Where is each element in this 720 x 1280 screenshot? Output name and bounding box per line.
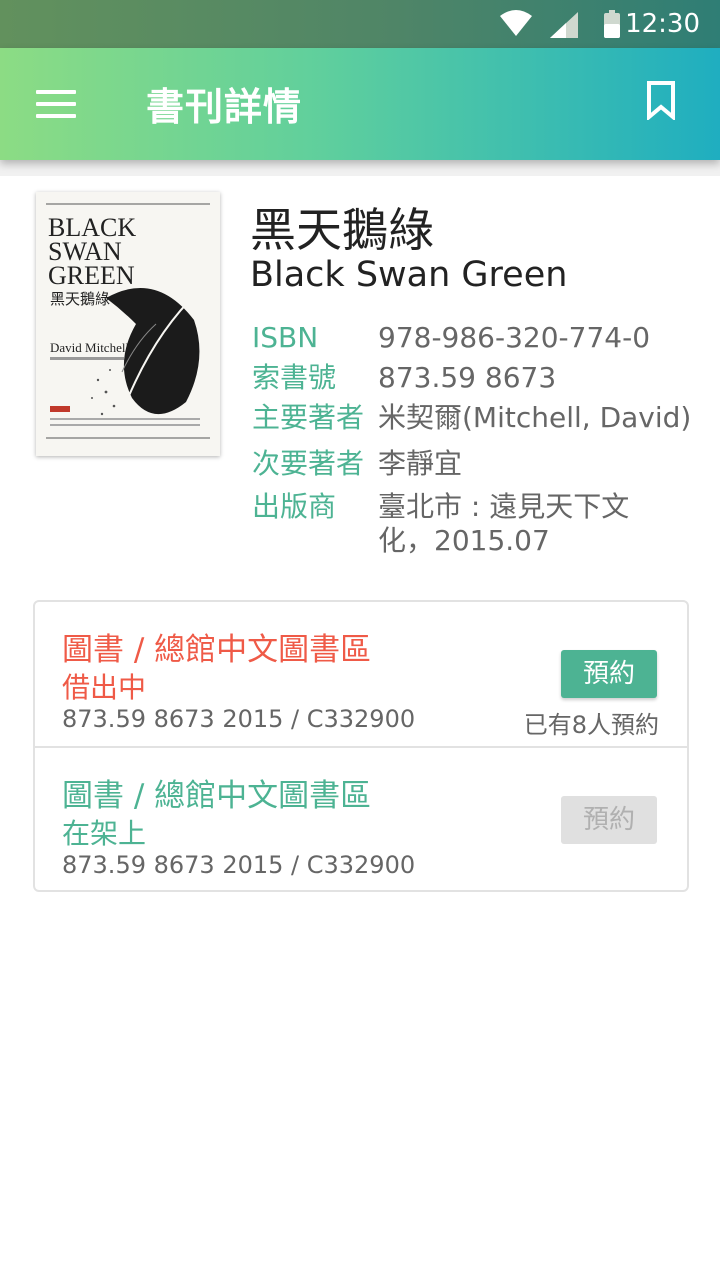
app-bar: 書刊詳情 <box>0 48 720 160</box>
book-cover-image: BLACK SWAN GREEN 黑天鵝綠 David Mitchell <box>36 192 220 456</box>
bookmark-icon <box>647 81 675 122</box>
wifi-icon <box>500 10 532 42</box>
content-top-divider <box>0 160 720 176</box>
reserve-button[interactable]: 預約 <box>561 650 657 698</box>
meta-value: 臺北市 : 遠見天下文化，2015.07 <box>378 490 630 557</box>
holding-status: 借出中 <box>62 671 147 704</box>
book-title-english: Black Swan Green <box>250 255 568 295</box>
meta-label: 索書號 <box>252 361 337 394</box>
meta-row-publisher: 出版商 臺北市 : 遠見天下文化，2015.07 <box>252 490 692 558</box>
menu-icon-line <box>36 102 76 106</box>
meta-value: 978-986-320-774-0 <box>378 321 651 354</box>
meta-row-call-number: 索書號 873.59 8673 <box>252 358 692 398</box>
book-cover[interactable]: BLACK SWAN GREEN 黑天鵝綠 David Mitchell <box>36 192 220 456</box>
svg-text:David Mitchell: David Mitchell <box>50 340 129 355</box>
status-bar: 12:30 <box>0 0 720 48</box>
holding-item: 圖書 / 總館中文圖書區 借出中 873.59 8673 2015 / C332… <box>35 602 687 746</box>
meta-row-isbn: ISBN 978-986-320-774-0 <box>252 318 692 358</box>
holding-location: 圖書 / 總館中文圖書區 <box>62 778 372 814</box>
page-title: 書刊詳情 <box>146 85 303 129</box>
reservation-queue-count: 已有8人預約 <box>523 711 659 739</box>
meta-label: ISBN <box>252 321 319 354</box>
book-metadata: ISBN 978-986-320-774-0 索書號 873.59 8673 主… <box>252 318 692 558</box>
bookmark-button[interactable] <box>646 80 686 128</box>
meta-label: 次要著者 <box>252 447 365 480</box>
menu-icon-line <box>36 114 76 118</box>
battery-icon <box>604 10 620 42</box>
meta-value: 李靜宜 <box>378 447 463 480</box>
meta-row-primary-author: 主要著者 米契爾(Mitchell, David) <box>252 398 692 438</box>
meta-value: 873.59 8673 <box>378 361 557 394</box>
menu-button[interactable] <box>20 76 76 132</box>
holding-status: 在架上 <box>62 817 147 850</box>
holdings-card: 圖書 / 總館中文圖書區 借出中 873.59 8673 2015 / C332… <box>33 600 689 892</box>
holding-call-number: 873.59 8673 2015 / C332900 <box>62 705 416 733</box>
svg-text:GREEN: GREEN <box>48 261 135 290</box>
holding-call-number: 873.59 8673 2015 / C332900 <box>62 851 416 879</box>
signal-icon <box>550 12 578 42</box>
status-time: 12:30 <box>625 9 700 39</box>
reserve-button-disabled[interactable]: 預約 <box>561 796 657 844</box>
svg-text:黑天鵝綠: 黑天鵝綠 <box>50 290 110 308</box>
meta-label: 主要著者 <box>252 401 365 434</box>
meta-value: 米契爾(Mitchell, David) <box>378 401 692 434</box>
book-title-chinese: 黑天鵝綠 <box>250 203 434 257</box>
meta-label: 出版商 <box>252 490 337 523</box>
menu-icon-line <box>36 90 76 94</box>
meta-row-secondary-author: 次要著者 李靜宜 <box>252 444 692 484</box>
holding-item: 圖書 / 總館中文圖書區 在架上 873.59 8673 2015 / C332… <box>35 746 687 892</box>
holding-location: 圖書 / 總館中文圖書區 <box>62 632 372 668</box>
